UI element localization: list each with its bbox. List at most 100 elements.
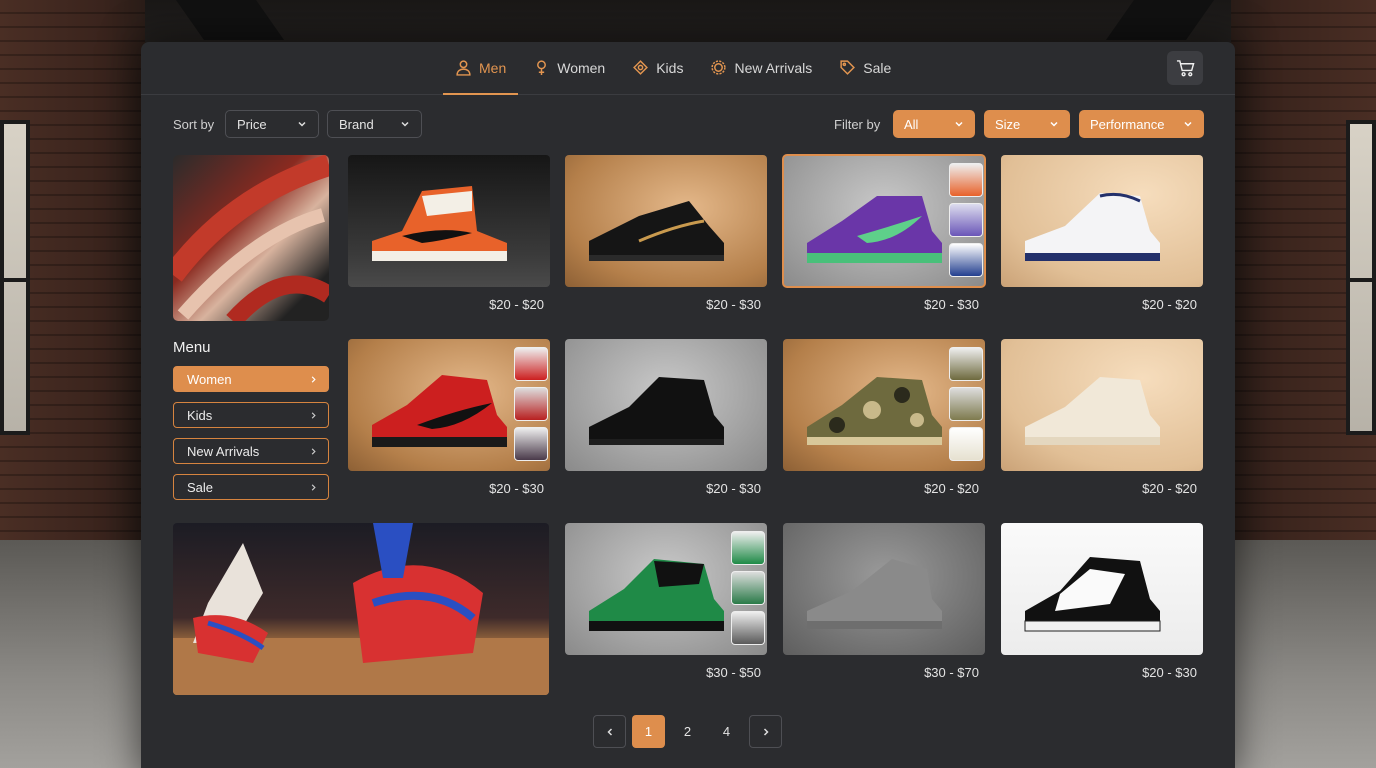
page-button-4[interactable]: 4 xyxy=(710,715,743,748)
thumbnail[interactable] xyxy=(949,387,983,421)
kids-icon xyxy=(633,60,649,75)
tab-label: Sale xyxy=(863,59,892,76)
page-button-1[interactable]: 1 xyxy=(632,715,665,748)
menu-item-label: Kids xyxy=(187,407,213,423)
sort-filter-toolbar: Sort by Price Brand Filter by All Size P… xyxy=(173,110,1204,138)
chevron-right-icon xyxy=(763,727,769,736)
filter-performance-dropdown[interactable]: Performance xyxy=(1079,110,1204,138)
cart-icon xyxy=(1176,59,1195,76)
cart-button[interactable] xyxy=(1167,51,1203,85)
chevron-down-icon xyxy=(955,121,963,127)
tab-label: Kids xyxy=(656,59,684,76)
sort-price-dropdown[interactable]: Price xyxy=(225,110,319,138)
thumbnail[interactable] xyxy=(514,347,548,381)
product-card[interactable] xyxy=(565,523,767,655)
thumbnail[interactable] xyxy=(949,243,983,277)
menu-item-label: New Arrivals xyxy=(187,443,260,459)
tab-new-arrivals[interactable]: New Arrivals xyxy=(698,42,824,93)
tab-label: Men xyxy=(479,59,507,76)
tab-label: Women xyxy=(557,59,606,76)
product-price: $20 - $30 xyxy=(706,481,761,496)
thumbnail[interactable] xyxy=(949,427,983,461)
product-card[interactable] xyxy=(783,339,985,471)
thumbnail[interactable] xyxy=(731,571,765,605)
tab-kids[interactable]: Kids xyxy=(620,42,695,93)
product-card[interactable] xyxy=(1001,523,1203,655)
sort-label: Sort by xyxy=(173,117,215,132)
product-price: $20 - $20 xyxy=(924,481,979,496)
sneaker-image xyxy=(589,559,724,631)
tab-men[interactable]: Men xyxy=(443,42,519,95)
product-card[interactable] xyxy=(783,523,985,655)
window-right xyxy=(1346,120,1376,435)
product-card[interactable] xyxy=(565,339,767,471)
dropdown-label: Performance xyxy=(1090,116,1165,132)
filter-label: Filter by xyxy=(834,117,881,132)
product-price: $20 - $20 xyxy=(1142,481,1197,496)
product-card[interactable] xyxy=(782,154,986,288)
thumbnail[interactable] xyxy=(731,531,765,565)
sneaker-image xyxy=(807,559,942,629)
thumbnail[interactable] xyxy=(514,427,548,461)
sneaker-image xyxy=(589,377,724,445)
tab-women[interactable]: Women xyxy=(521,42,617,93)
sneaker-image xyxy=(372,186,507,261)
dropdown-label: Size xyxy=(995,116,1021,132)
menu-item-kids[interactable]: Kids xyxy=(173,402,329,428)
chevron-right-icon xyxy=(311,411,316,419)
filter-all-dropdown[interactable]: All xyxy=(893,110,975,138)
page-button-2[interactable]: 2 xyxy=(671,715,704,748)
next-page-button[interactable] xyxy=(749,715,782,748)
basketball-court-image xyxy=(173,523,549,695)
menu-item-label: Sale xyxy=(187,479,214,495)
top-navigation: Men Women Kids New Arrivals Sale xyxy=(141,42,1235,95)
thumbnail[interactable] xyxy=(949,163,983,197)
sneaker-image xyxy=(1025,377,1160,445)
filter-size-dropdown[interactable]: Size xyxy=(984,110,1070,138)
thumbnail[interactable] xyxy=(731,611,765,645)
color-thumbnails xyxy=(731,531,765,645)
sneaker-image xyxy=(807,196,942,263)
chevron-down-icon xyxy=(401,121,409,127)
product-price: $30 - $50 xyxy=(706,665,761,680)
color-thumbnails xyxy=(949,347,983,461)
sort-brand-dropdown[interactable]: Brand xyxy=(327,110,422,138)
tag-icon xyxy=(840,60,856,75)
color-thumbnails xyxy=(949,163,983,277)
product-card[interactable] xyxy=(565,155,767,287)
thumbnail[interactable] xyxy=(949,347,983,381)
sneaker-image xyxy=(589,201,724,261)
store-panel: Men Women Kids New Arrivals Sale Sort by… xyxy=(141,42,1235,768)
product-card[interactable] xyxy=(348,155,550,287)
product-card[interactable] xyxy=(348,339,550,471)
sneaker-image xyxy=(807,377,942,445)
product-card[interactable] xyxy=(1001,339,1203,471)
chevron-down-icon xyxy=(1050,121,1058,127)
thumbnail[interactable] xyxy=(514,387,548,421)
product-price: $20 - $30 xyxy=(1142,665,1197,680)
person-icon xyxy=(456,60,471,76)
menu-title: Menu xyxy=(173,339,211,356)
sneaker-image xyxy=(372,375,507,447)
dropdown-label: All xyxy=(904,116,919,132)
sneaker-image xyxy=(1024,557,1161,632)
thumbnail[interactable] xyxy=(949,203,983,237)
menu-item-women[interactable]: Women xyxy=(173,366,329,392)
menu-item-new-arrivals[interactable]: New Arrivals xyxy=(173,438,329,464)
tab-sale[interactable]: Sale xyxy=(827,42,903,93)
sneaker-image xyxy=(1025,192,1160,261)
product-price: $20 - $30 xyxy=(706,297,761,312)
basketball-action-image xyxy=(173,155,329,321)
prev-page-button[interactable] xyxy=(593,715,626,748)
chevron-right-icon xyxy=(311,375,316,383)
chevron-right-icon xyxy=(311,483,316,491)
window-left xyxy=(0,120,30,435)
dropdown-label: Price xyxy=(237,116,267,132)
menu-item-label: Women xyxy=(187,371,232,387)
badge-icon xyxy=(711,60,727,75)
chevron-down-icon xyxy=(298,121,306,127)
product-card[interactable] xyxy=(1001,155,1203,287)
dropdown-label: Brand xyxy=(339,116,374,132)
product-price: $20 - $20 xyxy=(1142,297,1197,312)
menu-item-sale[interactable]: Sale xyxy=(173,474,329,500)
